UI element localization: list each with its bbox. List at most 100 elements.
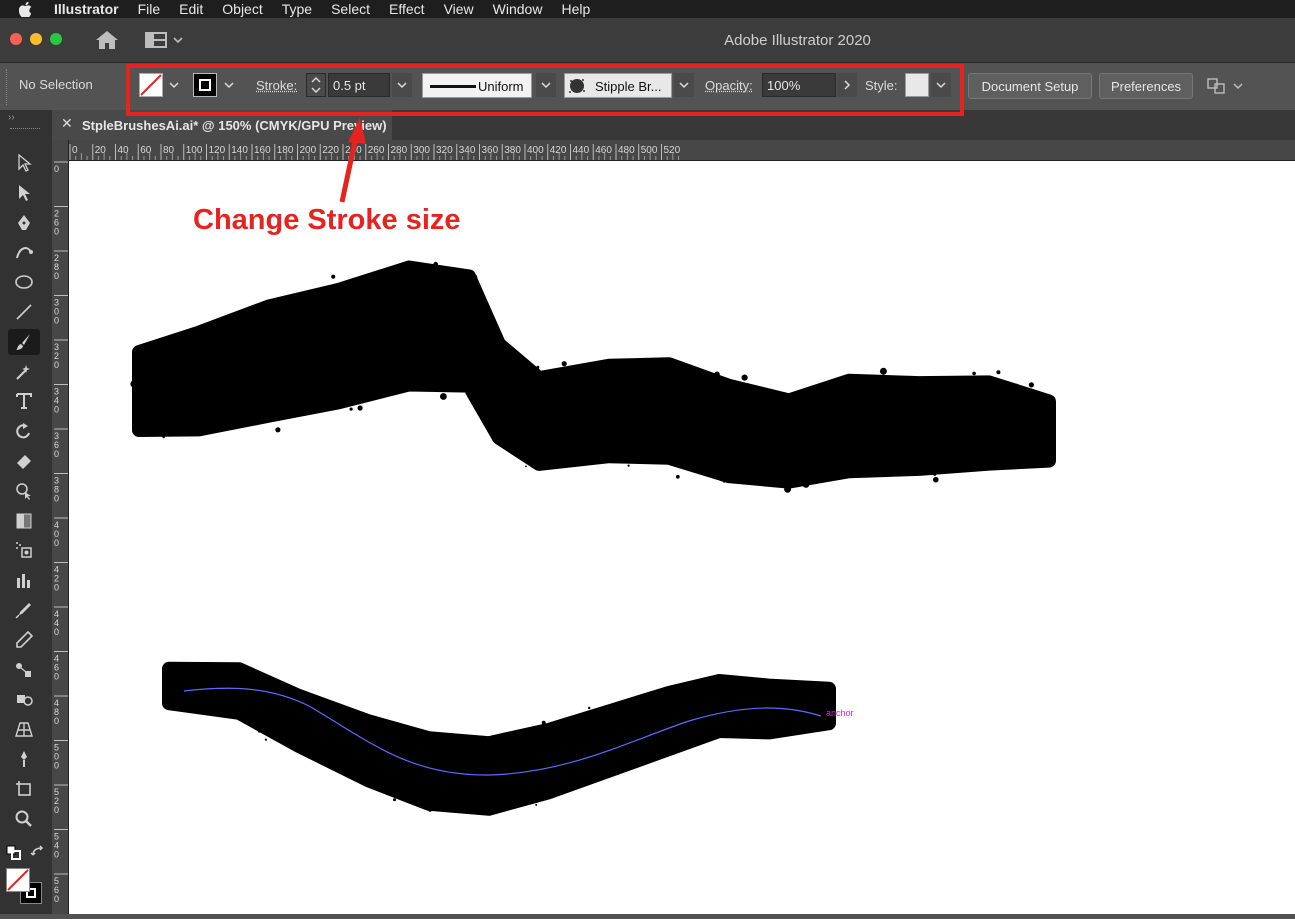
ruler-label: 0 [54, 894, 59, 904]
apple-icon[interactable] [16, 2, 34, 17]
menu-bar: Illustrator File Edit Object Type Select… [0, 0, 1295, 18]
ruler-label: 80 [163, 145, 175, 156]
vertical-ruler[interactable]: 0260280300320340360380400420440460480500… [52, 140, 69, 914]
ruler-label: 200 [300, 145, 317, 156]
horizontal-ruler[interactable]: 0204060801001201401601802002202402602803… [68, 140, 1295, 161]
ruler-label: 0 [54, 761, 59, 771]
lower-stipple-stroke[interactable] [163, 663, 833, 813]
arrange-documents-icon[interactable] [1206, 77, 1246, 100]
type-tool-icon[interactable] [8, 388, 40, 414]
default-fill-stroke-icon[interactable] [6, 845, 22, 866]
zoom-tool-icon[interactable] [8, 806, 40, 832]
upper-stipple-stroke[interactable] [130, 262, 1049, 493]
artboard[interactable] [69, 161, 1295, 914]
stipple-brush-artwork[interactable] [69, 161, 1295, 914]
none-fill-icon [7, 869, 29, 891]
artboard-tool-icon[interactable] [8, 776, 40, 802]
perspective-grid-tool-icon[interactable] [8, 716, 40, 742]
selection-tool-icon[interactable] [8, 150, 40, 176]
title-bar: Adobe Illustrator 2020 [0, 18, 1295, 62]
ruler-label: 0 [54, 627, 59, 637]
paintbrush-tool-icon[interactable] [8, 329, 40, 355]
ruler-label: 420 [550, 145, 567, 156]
ruler-label: 140 [231, 145, 248, 156]
ruler-label: 0 [54, 271, 59, 281]
ruler-label: 340 [459, 145, 476, 156]
preferences-button[interactable]: Preferences [1099, 73, 1193, 99]
shaper-tool-icon[interactable] [8, 359, 40, 385]
tools-panel-grip[interactable] [10, 128, 40, 131]
ruler-label: 0 [72, 145, 78, 156]
menu-file[interactable]: File [138, 1, 161, 17]
ruler-label: 0 [54, 583, 59, 593]
menu-help[interactable]: Help [561, 1, 590, 17]
line-tool-icon[interactable] [8, 299, 40, 325]
ruler-label: 120 [209, 145, 226, 156]
vertical-ruler-ticks: 0260280300320340360380400420440460480500… [52, 140, 68, 914]
menu-window[interactable]: Window [493, 1, 543, 17]
menu-view[interactable]: View [444, 1, 474, 17]
menu-type[interactable]: Type [282, 1, 312, 17]
ruler-label: 0 [54, 449, 59, 459]
document-setup-button[interactable]: Document Setup [968, 73, 1092, 99]
ruler-label: 360 [482, 145, 499, 156]
ruler-label: 480 [618, 145, 635, 156]
pen-tool-icon[interactable] [8, 210, 40, 236]
app-title: Adobe Illustrator 2020 [0, 32, 1295, 49]
direct-selection-tool-icon[interactable] [8, 180, 40, 206]
anchor-label: anchor [826, 708, 854, 718]
menu-edit[interactable]: Edit [179, 1, 203, 17]
ruler-label: 500 [641, 145, 658, 156]
pencil-tool-icon[interactable] [8, 627, 40, 653]
ruler-label: 180 [277, 145, 294, 156]
menu-illustrator[interactable]: Illustrator [54, 1, 119, 17]
ruler-label: 60 [140, 145, 152, 156]
ruler-label: 0 [54, 227, 59, 237]
fill-stroke-indicator[interactable] [6, 868, 42, 904]
ruler-label: 280 [391, 145, 408, 156]
ruler-label: 160 [254, 145, 271, 156]
blend-tool-icon[interactable] [8, 657, 40, 683]
ruler-label: 380 [504, 145, 521, 156]
ruler-label: 0 [54, 405, 59, 415]
menu-object[interactable]: Object [222, 1, 262, 17]
eraser-tool-icon[interactable] [8, 448, 40, 474]
ruler-label: 400 [527, 145, 544, 156]
swap-fill-stroke-icon[interactable] [30, 845, 46, 866]
ruler-label: 460 [595, 145, 612, 156]
graph-tool-icon[interactable] [8, 567, 40, 593]
annotation-arrow [320, 110, 380, 210]
ruler-label: 300 [413, 145, 430, 156]
close-tab-icon[interactable]: ✕ [61, 115, 73, 132]
shape-builder-tool-icon[interactable] [8, 478, 40, 504]
ruler-label: 40 [118, 145, 130, 156]
menu-effect[interactable]: Effect [389, 1, 425, 17]
ruler-label: 0 [54, 164, 59, 174]
fill-indicator[interactable] [6, 868, 30, 892]
ruler-label: 0 [54, 494, 59, 504]
ruler-label: 0 [54, 538, 59, 548]
horizontal-ruler-ticks: 0204060801001201401601802002202402602803… [68, 140, 1295, 160]
collapse-panel-icon[interactable]: ›› [8, 112, 15, 123]
puppet-warp-tool-icon[interactable] [8, 746, 40, 772]
live-paint-tool-icon[interactable] [8, 686, 40, 712]
ruler-label: 0 [54, 805, 59, 815]
menu-select[interactable]: Select [331, 1, 370, 17]
ruler-label: 520 [664, 145, 681, 156]
highlight-box [126, 64, 964, 116]
control-bar-grip[interactable] [6, 69, 9, 105]
ellipse-tool-icon[interactable] [8, 269, 40, 295]
ruler-label: 100 [186, 145, 203, 156]
annotation-text: Change Stroke size [193, 204, 461, 237]
ruler-label: 0 [54, 850, 59, 860]
curvature-tool-icon[interactable] [8, 239, 40, 265]
ruler-label: 20 [95, 145, 107, 156]
gradient-tool-icon[interactable] [8, 508, 40, 534]
symbol-sprayer-tool-icon[interactable] [8, 537, 40, 563]
ruler-label: 0 [54, 316, 59, 326]
ruler-label: 320 [436, 145, 453, 156]
rotate-tool-icon[interactable] [8, 418, 40, 444]
selection-status: No Selection [19, 77, 93, 92]
ruler-label: 440 [573, 145, 590, 156]
eyedropper-tool-icon[interactable] [8, 597, 40, 623]
